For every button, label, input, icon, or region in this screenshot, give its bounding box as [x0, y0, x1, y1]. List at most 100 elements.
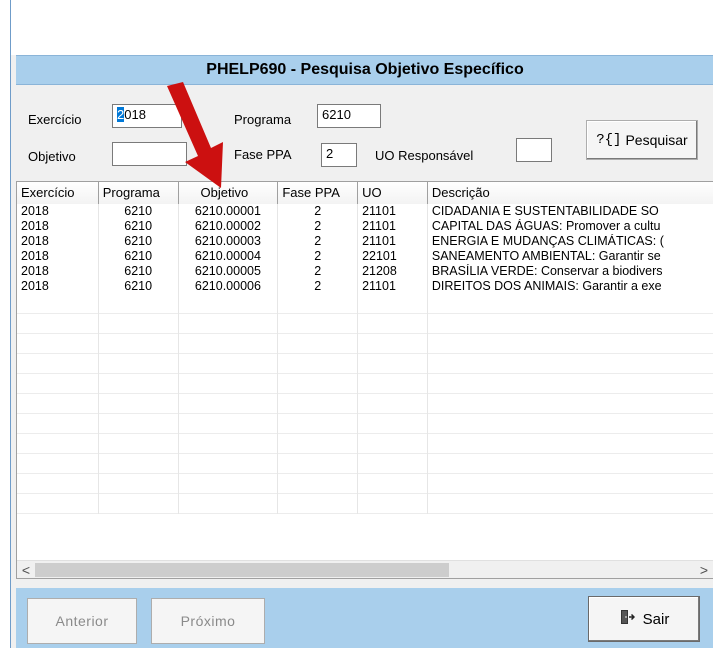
empty-cell [179, 294, 279, 314]
empty-cell [179, 474, 279, 494]
scrollbar-thumb[interactable] [35, 563, 449, 577]
cell-descricao: DIREITOS DOS ANIMAIS: Garantir a exe [431, 279, 662, 293]
empty-cell [358, 354, 428, 374]
empty-cell [428, 314, 713, 334]
cell-programa: 6210 [99, 249, 179, 264]
empty-cell [428, 294, 713, 314]
table-row[interactable]: 2018 6210 6210.00003 2 21101 ENERGIA E MUDANÇ… [17, 234, 713, 249]
empty-cell [99, 414, 179, 434]
cell-descricao: ENERGIA E MUDANÇAS CLIMÁTICAS: ( [431, 234, 664, 248]
empty-cell [358, 494, 428, 514]
empty-cell [278, 374, 359, 394]
empty-cell [428, 374, 713, 394]
cell-descricao: SANEAMENTO AMBIENTAL: Garantir se [431, 249, 661, 263]
empty-cell [428, 434, 713, 454]
cell-programa: 6210 [99, 234, 179, 249]
cell-uo: 22101 [358, 249, 428, 264]
empty-cell [99, 474, 179, 494]
scroll-left-arrow-icon[interactable]: < [17, 561, 35, 578]
horizontal-scrollbar[interactable]: < > [17, 560, 713, 578]
empty-row [17, 494, 713, 514]
empty-cell [358, 414, 428, 434]
empty-cell [17, 354, 99, 374]
search-button-label: Pesquisar [625, 132, 688, 148]
empty-row [17, 434, 713, 454]
empty-cell [179, 334, 279, 354]
form-title: PHELP690 - Pesquisa Objetivo Específico [206, 61, 524, 78]
grid-header: Exercício Programa Objetivo Fase PPA UO … [17, 182, 713, 204]
empty-row [17, 294, 713, 314]
annotation-arrow-icon [167, 82, 223, 188]
empty-cell [17, 334, 99, 354]
programa-input[interactable]: 6210 [317, 104, 381, 128]
fase-ppa-label: Fase PPA [234, 147, 292, 162]
grid-body: 2018 6210 6210.00001 2 21101 CIDADANIA E SUST… [17, 204, 713, 514]
cell-programa: 6210 [99, 279, 179, 294]
column-header-uo[interactable]: UO [358, 182, 428, 204]
empty-cell [358, 314, 428, 334]
column-header-descricao[interactable]: Descrição [427, 182, 713, 204]
empty-row [17, 354, 713, 374]
cell-descricao: BRASÍLIA VERDE: Conservar a biodivers [431, 264, 663, 278]
empty-cell [99, 354, 179, 374]
table-row[interactable]: 2018 6210 6210.00004 2 22101 SANEAMENTO AMBIE… [17, 249, 713, 264]
cell-fase-ppa: 2 [278, 219, 359, 234]
empty-cell [358, 454, 428, 474]
fase-ppa-input[interactable]: 2 [321, 143, 357, 167]
empty-cell [278, 454, 359, 474]
results-grid[interactable]: Exercício Programa Objetivo Fase PPA UO … [16, 181, 713, 579]
search-button[interactable]: ?{] Pesquisar [586, 120, 698, 160]
empty-cell [358, 474, 428, 494]
empty-row [17, 454, 713, 474]
objetivo-label: Objetivo [28, 149, 76, 164]
column-header-fase-ppa[interactable]: Fase PPA [278, 182, 359, 204]
empty-cell [99, 434, 179, 454]
empty-row [17, 334, 713, 354]
empty-cell [17, 394, 99, 414]
cell-descricao: CAPITAL DAS ÁGUAS: Promover a cultu [431, 219, 661, 233]
cell-exercicio: 2018 [17, 234, 99, 249]
table-row[interactable]: 2018 6210 6210.00001 2 21101 CIDADANIA E SUST… [17, 204, 713, 219]
empty-cell [99, 314, 179, 334]
cell-uo: 21101 [358, 234, 428, 249]
empty-cell [99, 294, 179, 314]
cell-fase-ppa: 2 [278, 234, 359, 249]
cell-fase-ppa: 2 [278, 249, 359, 264]
cell-programa: 6210 [99, 264, 179, 279]
empty-cell [99, 494, 179, 514]
empty-cell [17, 454, 99, 474]
programa-label: Programa [234, 112, 292, 127]
cell-programa: 6210 [99, 219, 179, 234]
cell-objetivo: 6210.00001 [179, 204, 279, 219]
next-button[interactable]: Próximo [151, 598, 265, 644]
empty-cell [179, 314, 279, 334]
empty-cell [278, 314, 359, 334]
cell-exercicio: 2018 [17, 249, 99, 264]
cell-exercicio: 2018 [17, 279, 99, 294]
cell-objetivo: 6210.00006 [179, 279, 279, 294]
cell-fase-ppa: 2 [278, 279, 359, 294]
empty-cell [278, 414, 359, 434]
uo-responsavel-input[interactable] [516, 138, 552, 162]
empty-cell [278, 354, 359, 374]
empty-row [17, 314, 713, 334]
empty-cell [17, 494, 99, 514]
exercicio-label: Exercício [28, 112, 82, 127]
scroll-right-arrow-icon[interactable]: > [695, 561, 713, 578]
exit-button[interactable]: Sair [588, 596, 700, 642]
search-icon: ?{] [596, 132, 622, 148]
door-exit-icon [619, 609, 635, 629]
column-header-exercicio[interactable]: Exercício [17, 182, 99, 204]
empty-cell [179, 374, 279, 394]
empty-cell [179, 394, 279, 414]
empty-cell [358, 434, 428, 454]
cell-exercicio: 2018 [17, 264, 99, 279]
table-row[interactable]: 2018 6210 6210.00006 2 21101 DIREITOS DOS ANI… [17, 279, 713, 294]
table-row[interactable]: 2018 6210 6210.00002 2 21101 CAPITAL DAS ÁGUA… [17, 219, 713, 234]
table-row[interactable]: 2018 6210 6210.00005 2 21208 BRASÍLIA VERDE: … [17, 264, 713, 279]
empty-cell [179, 354, 279, 374]
previous-button[interactable]: Anterior [27, 598, 137, 644]
empty-cell [278, 474, 359, 494]
cell-objetivo: 6210.00005 [179, 264, 279, 279]
cell-uo: 21101 [358, 204, 428, 219]
